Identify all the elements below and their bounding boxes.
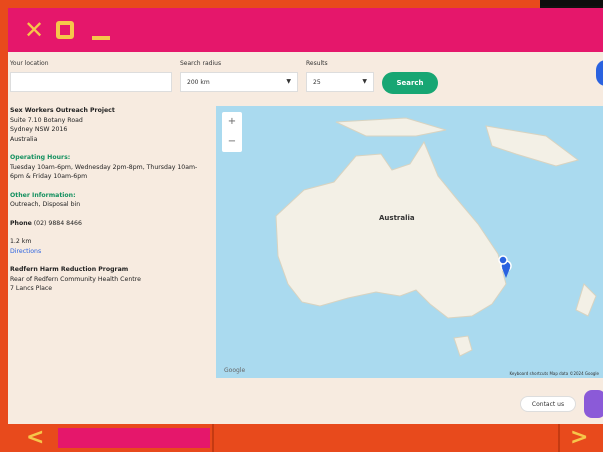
location-input[interactable] [10, 72, 172, 92]
minimize-icon[interactable] [92, 36, 110, 40]
hours-text: Tuesday 10am-6pm, Wednesday 2pm-8pm, Thu… [10, 163, 198, 181]
restore-icon[interactable] [56, 21, 74, 39]
results-select[interactable]: 25 ▼ [306, 72, 374, 92]
chat-icon[interactable] [584, 390, 603, 418]
progress-segment [58, 428, 210, 448]
australia-map [275, 117, 597, 357]
dropdown-arrow-icon: ▼ [362, 78, 367, 85]
background [540, 0, 603, 6]
australia-landmass [275, 140, 507, 319]
map-view[interactable]: + − Australia Google Keyboard shortcuts … [216, 106, 603, 378]
zoom-out-button[interactable]: − [222, 132, 242, 152]
result-address: Rear of Redfern Community Health Centre [10, 275, 141, 283]
result-address: Sydney NSW 2016 [10, 126, 68, 133]
location-label: Your location [10, 60, 49, 67]
result-address: 7 Lancs Place [10, 285, 53, 292]
close-icon[interactable]: ✕ [24, 16, 44, 44]
distance: 1.2 km [10, 238, 32, 245]
dropdown-arrow-icon: ▼ [286, 78, 291, 85]
result-title[interactable]: Sex Workers Outreach Project [10, 106, 210, 116]
bottom-nav-bar: < > [8, 424, 603, 452]
divider [212, 424, 214, 452]
next-arrow-icon[interactable]: > [570, 424, 588, 452]
prev-arrow-icon[interactable]: < [26, 424, 44, 452]
directions-link[interactable]: Directions [10, 247, 210, 257]
results-label: Results [306, 60, 328, 67]
papua-new-guinea [485, 125, 580, 167]
country-label: Australia [379, 214, 415, 222]
profile-button[interactable] [596, 60, 603, 86]
zoom-in-button[interactable]: + [222, 112, 242, 132]
contact-us-button[interactable]: Contact us [520, 396, 576, 412]
result-title[interactable]: Redfern Harm Reduction Program [10, 265, 210, 275]
phone-value[interactable]: (02) 9884 8466 [34, 220, 82, 227]
radius-value: 200 km [187, 79, 210, 86]
indonesia [335, 117, 447, 137]
result-address: Suite 7.10 Botany Road [10, 116, 83, 124]
zoom-controls[interactable]: + − [222, 112, 242, 152]
map-attribution[interactable]: Keyboard shortcuts Map data ©2024 Google [509, 371, 599, 376]
search-button[interactable]: Search [382, 72, 438, 94]
phone-label: Phone [10, 219, 32, 227]
hours-label: Operating Hours: [10, 154, 71, 161]
results-value: 25 [313, 79, 321, 86]
other-info-text: Outreach, Disposal bin [10, 201, 81, 208]
google-logo: Google [224, 367, 246, 374]
title-bar: ✕ [8, 8, 603, 52]
new-zealand [575, 283, 597, 317]
radius-label: Search radius [180, 60, 222, 67]
result-country: Australia [10, 135, 38, 143]
divider [558, 424, 560, 452]
tasmania [453, 335, 473, 357]
phone-row: Phone (02) 9884 8466 [10, 219, 210, 229]
map-marker-icon [498, 255, 508, 265]
results-list[interactable]: Sex Workers Outreach Project Suite 7.10 … [10, 106, 210, 376]
app-content: Your location Search radius 200 km ▼ Res… [8, 52, 603, 424]
radius-select[interactable]: 200 km ▼ [180, 72, 298, 92]
other-info-label: Other Information: [10, 191, 76, 199]
